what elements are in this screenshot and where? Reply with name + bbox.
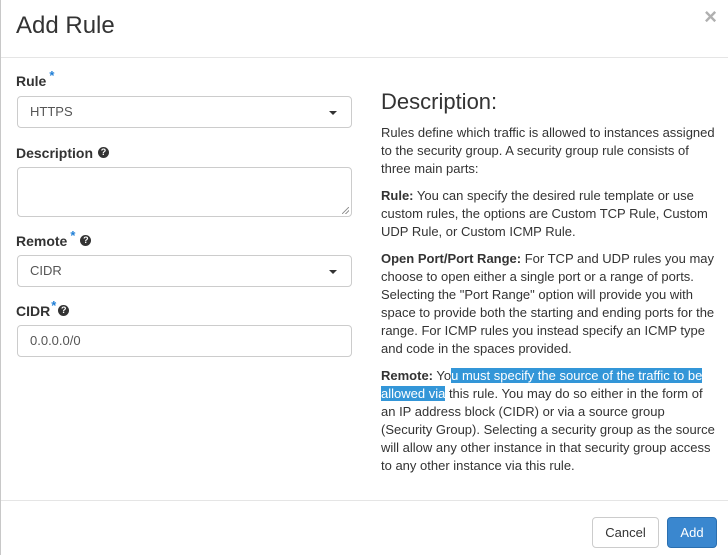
remote-label: Remote * ? [16,228,92,249]
modal-header: Add Rule × [1,0,728,58]
remote-select[interactable]: CIDR [17,255,352,287]
close-icon[interactable]: × [704,6,717,28]
required-icon: * [49,68,55,83]
rule-label-text: Rule [16,73,47,89]
help-icon[interactable]: ? [98,147,110,158]
help-icon[interactable]: ? [80,235,92,246]
description-port: Open Port/Port Range: For TCP and UDP ru… [381,250,719,358]
rule-label: Rule * [16,68,54,89]
description-heading: Description: [381,89,498,114]
required-icon: * [70,228,76,243]
description-panel: Description: Rules define which traffic … [381,88,719,484]
rule-term: Rule: [381,188,414,203]
help-icon[interactable]: ? [58,305,70,316]
remote-select-value: CIDR [30,263,62,278]
add-button[interactable]: Add [667,517,717,548]
rule-select-value: HTTPS [30,104,73,119]
cidr-label: CIDR * ? [16,298,70,319]
add-rule-modal: Add Rule × Rule * HTTPS Description ? Re… [0,0,728,555]
description-label-text: Description [16,145,94,161]
port-text: For TCP and UDP rules you may choose to … [381,251,715,356]
description-label: Description ? [16,145,110,161]
chevron-down-icon [329,270,337,274]
modal-title: Add Rule [16,12,115,39]
resize-handle-icon[interactable] [342,207,349,214]
rule-text: You can specify the desired rule templat… [381,188,708,239]
remote-term: Remote: [381,368,434,383]
description-remote: Remote: You must specify the source of t… [381,367,719,475]
modal-footer: Cancel Add [1,500,728,555]
chevron-down-icon [329,111,337,115]
description-textarea[interactable] [17,167,352,217]
port-term: Open Port/Port Range: [381,251,522,266]
cidr-label-text: CIDR [16,303,51,319]
cidr-input[interactable]: 0.0.0.0/0 [17,325,352,357]
remote-label-text: Remote [16,233,68,249]
cidr-input-value: 0.0.0.0/0 [30,333,81,348]
description-rule: Rule: You can specify the desired rule t… [381,187,719,241]
remote-text-before: Yo [433,368,452,383]
required-icon: * [51,298,57,313]
cancel-button[interactable]: Cancel [592,517,659,548]
rule-select[interactable]: HTTPS [17,96,352,128]
description-intro: Rules define which traffic is allowed to… [381,125,715,176]
